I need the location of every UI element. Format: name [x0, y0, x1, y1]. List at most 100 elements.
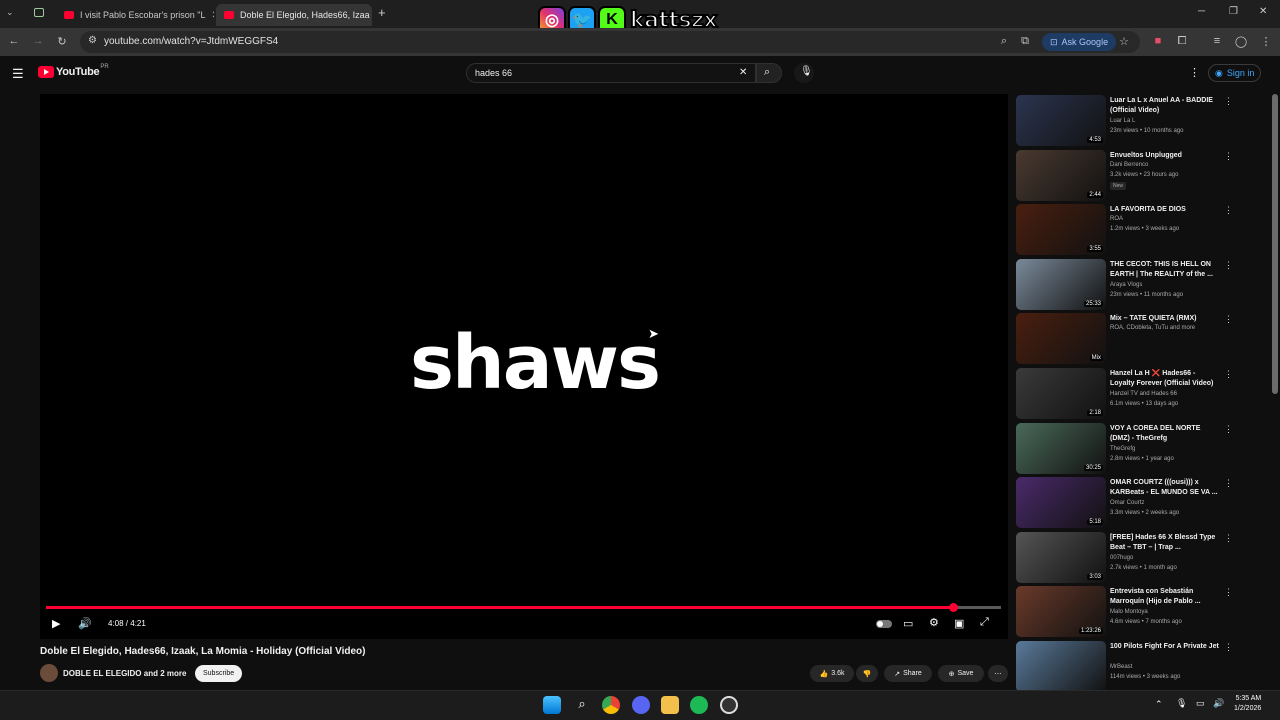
recommendation-item[interactable]: 4:53 Luar La L x Anuel AA - BADDIE (Offic…: [1016, 95, 1236, 147]
tab-pablo-escobar[interactable]: I visit Pablo Escobar's prison "L ✕: [56, 4, 214, 26]
sign-in-button[interactable]: ◉ Sign in: [1208, 64, 1262, 82]
chrome-icon[interactable]: [602, 696, 620, 714]
recommendation-title[interactable]: LA FAVORITA DE DIOS: [1110, 205, 1220, 215]
media-controls-icon[interactable]: ≡: [1209, 35, 1225, 47]
search-button[interactable]: ⌕: [756, 63, 782, 83]
play-button[interactable]: ▶: [52, 617, 60, 630]
settings-menu-icon[interactable]: ⋮: [1189, 66, 1200, 79]
browser-menu-icon[interactable]: ⋮: [1258, 35, 1274, 48]
recommendation-channel[interactable]: Malo Montoya: [1110, 609, 1148, 615]
fullscreen-icon[interactable]: ⤢: [980, 616, 989, 629]
extension-icon[interactable]: ■: [1150, 35, 1166, 47]
restore-window-icon[interactable]: ❐: [1229, 6, 1238, 17]
mic-tray-icon[interactable]: 🎙: [1176, 698, 1187, 709]
recommendation-item[interactable]: 100 Pilots Fight For A Private Jet MrBeas…: [1016, 641, 1236, 693]
more-options-icon[interactable]: ⋮: [1224, 533, 1233, 544]
recommendation-channel[interactable]: Hanzel TV and Hades 66: [1110, 391, 1177, 397]
more-actions-button[interactable]: ⋯: [988, 665, 1008, 682]
recommendation-item[interactable]: 3:03 [FREE] Hades 66 X Blessd Type Beat –…: [1016, 532, 1236, 584]
recommendation-title[interactable]: Luar La L x Anuel AA - BADDIE (Official …: [1110, 96, 1220, 116]
recommendation-channel[interactable]: Dani Berrenco: [1110, 162, 1148, 168]
video-thumbnail[interactable]: 3:03: [1016, 532, 1106, 583]
extensions-puzzle-icon[interactable]: ⧠: [1174, 35, 1190, 48]
settings-gear-icon[interactable]: ⚙: [929, 616, 939, 629]
recommendation-item[interactable]: 5:18 OMAR COURTZ (((ousi))) x KARBeats - …: [1016, 477, 1236, 529]
more-options-icon[interactable]: ⋮: [1224, 151, 1233, 162]
channel-name[interactable]: DOBLE EL ELEGIDO and 2 more: [63, 669, 186, 678]
recommendation-title[interactable]: Entrevista con Sebastián Marroquín (Hijo…: [1110, 587, 1220, 607]
more-options-icon[interactable]: ⋮: [1224, 369, 1233, 380]
video-thumbnail[interactable]: Mix: [1016, 313, 1106, 364]
new-tab-icon[interactable]: +: [378, 5, 386, 20]
subscribe-button[interactable]: Subscribe: [195, 665, 243, 682]
channel-avatar[interactable]: [40, 664, 58, 682]
speaker-icon[interactable]: 🔊: [1213, 698, 1224, 709]
more-options-icon[interactable]: ⋮: [1224, 96, 1233, 107]
recommendation-title[interactable]: Mix – TATE QUIETA (RMX): [1110, 314, 1220, 324]
more-options-icon[interactable]: ⋮: [1224, 260, 1233, 271]
zoom-icon[interactable]: ⌕: [996, 35, 1012, 48]
recommendation-item[interactable]: 30:25 VOY A COREA DEL NORTE (DMZ) - TheGr…: [1016, 423, 1236, 475]
video-thumbnail[interactable]: 2:18: [1016, 368, 1106, 419]
video-thumbnail[interactable]: 3:55: [1016, 204, 1106, 255]
autoplay-toggle[interactable]: [876, 620, 892, 628]
obs-icon[interactable]: [720, 696, 738, 714]
tab-group-icon[interactable]: [34, 8, 44, 17]
address-bar[interactable]: ⚙ youtube.com/watch?v=JtdmWEGGFS4: [80, 31, 1140, 53]
recommendation-title[interactable]: 100 Pilots Fight For A Private Jet: [1110, 642, 1220, 652]
profile-icon[interactable]: ◯: [1233, 35, 1249, 48]
close-tab-icon[interactable]: ✕: [205, 10, 214, 21]
recommendation-channel[interactable]: Araya Vlogs: [1110, 282, 1142, 288]
search-input[interactable]: hades 66 ✕: [466, 63, 756, 83]
close-tab-icon[interactable]: ✕: [370, 10, 372, 21]
video-thumbnail[interactable]: 1:23:26: [1016, 586, 1106, 637]
video-thumbnail[interactable]: 2:44: [1016, 150, 1106, 201]
windows-start-icon[interactable]: [543, 696, 561, 714]
discord-icon[interactable]: [632, 696, 650, 714]
show-hidden-icons[interactable]: ⌃: [1155, 699, 1163, 710]
hamburger-menu-icon[interactable]: ☰: [12, 66, 24, 82]
more-options-icon[interactable]: ⋮: [1224, 205, 1233, 216]
more-options-icon[interactable]: ⋮: [1224, 478, 1233, 489]
bookmark-star-icon[interactable]: ☆: [1116, 35, 1132, 48]
spotify-icon[interactable]: [690, 696, 708, 714]
miniplayer-icon[interactable]: ▣: [954, 617, 964, 630]
minimize-window-icon[interactable]: ─: [1198, 6, 1205, 17]
share-button[interactable]: ↗ Share: [884, 665, 932, 682]
recommendation-channel[interactable]: TheGrefg: [1110, 446, 1135, 452]
page-scrollbar[interactable]: [1272, 94, 1278, 394]
recommendation-title[interactable]: OMAR COURTZ (((ousi))) x KARBeats - EL M…: [1110, 478, 1220, 498]
youtube-logo[interactable]: YouTube PR: [38, 64, 109, 78]
recommendation-title[interactable]: Hanzel La H ❌ Hades66 - Loyalty Forever …: [1110, 369, 1220, 389]
taskbar-search-icon[interactable]: ⌕: [573, 696, 591, 714]
recommendation-title[interactable]: THE CECOT: THIS IS HELL ON EARTH | The R…: [1110, 260, 1220, 280]
dislike-button[interactable]: 👎: [856, 665, 878, 682]
video-thumbnail[interactable]: 5:18: [1016, 477, 1106, 528]
forward-icon[interactable]: →: [30, 35, 46, 47]
more-options-icon[interactable]: ⋮: [1224, 587, 1233, 598]
taskbar-clock[interactable]: 5:35 AM 1/2/2026: [1234, 694, 1261, 714]
video-thumbnail[interactable]: 30:25: [1016, 423, 1106, 474]
recommendation-channel[interactable]: ROA, CDobleta, TuTu and more: [1110, 325, 1195, 331]
file-explorer-icon[interactable]: [661, 696, 679, 714]
back-icon[interactable]: ←: [6, 35, 22, 47]
reload-icon[interactable]: ↻: [54, 35, 70, 48]
recommendation-channel[interactable]: ROA: [1110, 216, 1123, 222]
clear-search-icon[interactable]: ✕: [739, 67, 747, 78]
recommendation-title[interactable]: VOY A COREA DEL NORTE (DMZ) - TheGrefg: [1110, 424, 1220, 444]
install-app-icon[interactable]: ⧉: [1017, 35, 1033, 48]
recommendation-title[interactable]: Envueltos Unplugged: [1110, 151, 1220, 161]
save-button[interactable]: ⊕ Save: [938, 665, 984, 682]
tab-search-icon[interactable]: ⌄: [6, 7, 14, 18]
ask-google-button[interactable]: ⊡ Ask Google: [1042, 33, 1117, 51]
recommendation-item[interactable]: 1:23:26 Entrevista con Sebastián Marroquí…: [1016, 586, 1236, 638]
recommendation-channel[interactable]: Luar La L: [1110, 118, 1135, 124]
recommendation-item[interactable]: 3:55 LA FAVORITA DE DIOS ROA 1.2m views • 3…: [1016, 204, 1236, 256]
recommendation-item[interactable]: 2:44 Envueltos Unplugged Dani Berrenco 3.2k…: [1016, 150, 1236, 202]
more-options-icon[interactable]: ⋮: [1224, 642, 1233, 653]
more-options-icon[interactable]: ⋮: [1224, 314, 1233, 325]
recommendation-item[interactable]: 25:33 THE CECOT: THIS IS HELL ON EARTH | …: [1016, 259, 1236, 311]
recommendation-channel[interactable]: Omar Courtz: [1110, 500, 1144, 506]
network-icon[interactable]: ▭: [1196, 698, 1205, 709]
progress-bar[interactable]: [46, 603, 1001, 612]
